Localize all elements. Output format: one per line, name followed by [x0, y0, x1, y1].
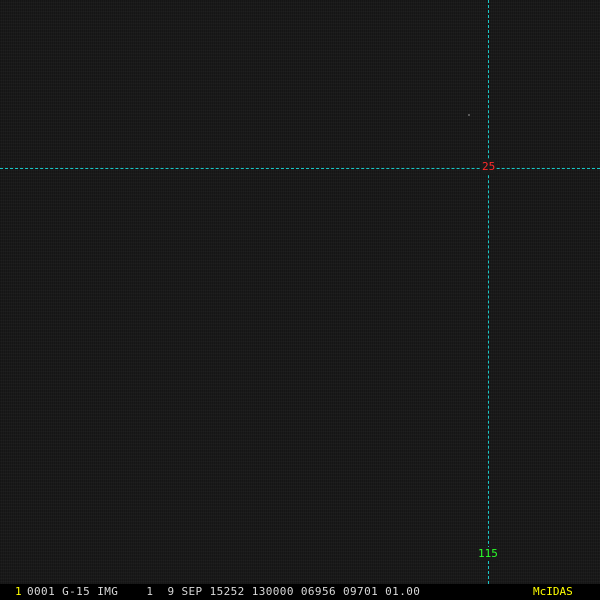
longitude-label: 115	[477, 547, 499, 561]
latitude-gridline	[0, 168, 600, 169]
mcidas-frame[interactable]: 25 115 1 0001 G-15 IMG 1 9 SEP 15252 130…	[0, 0, 600, 600]
image-info-text: 0001 G-15 IMG 1 9 SEP 15252 130000 06956…	[27, 585, 421, 598]
mcidas-brand: McIDAS	[533, 585, 573, 598]
frame-number: 1	[15, 585, 22, 598]
latitude-label: 25	[481, 160, 497, 174]
longitude-gridline	[488, 0, 489, 584]
status-bar: 1 0001 G-15 IMG 1 9 SEP 15252 130000 069…	[0, 584, 600, 600]
satellite-image[interactable]: 25 115	[0, 0, 600, 584]
image-speck	[468, 114, 470, 116]
